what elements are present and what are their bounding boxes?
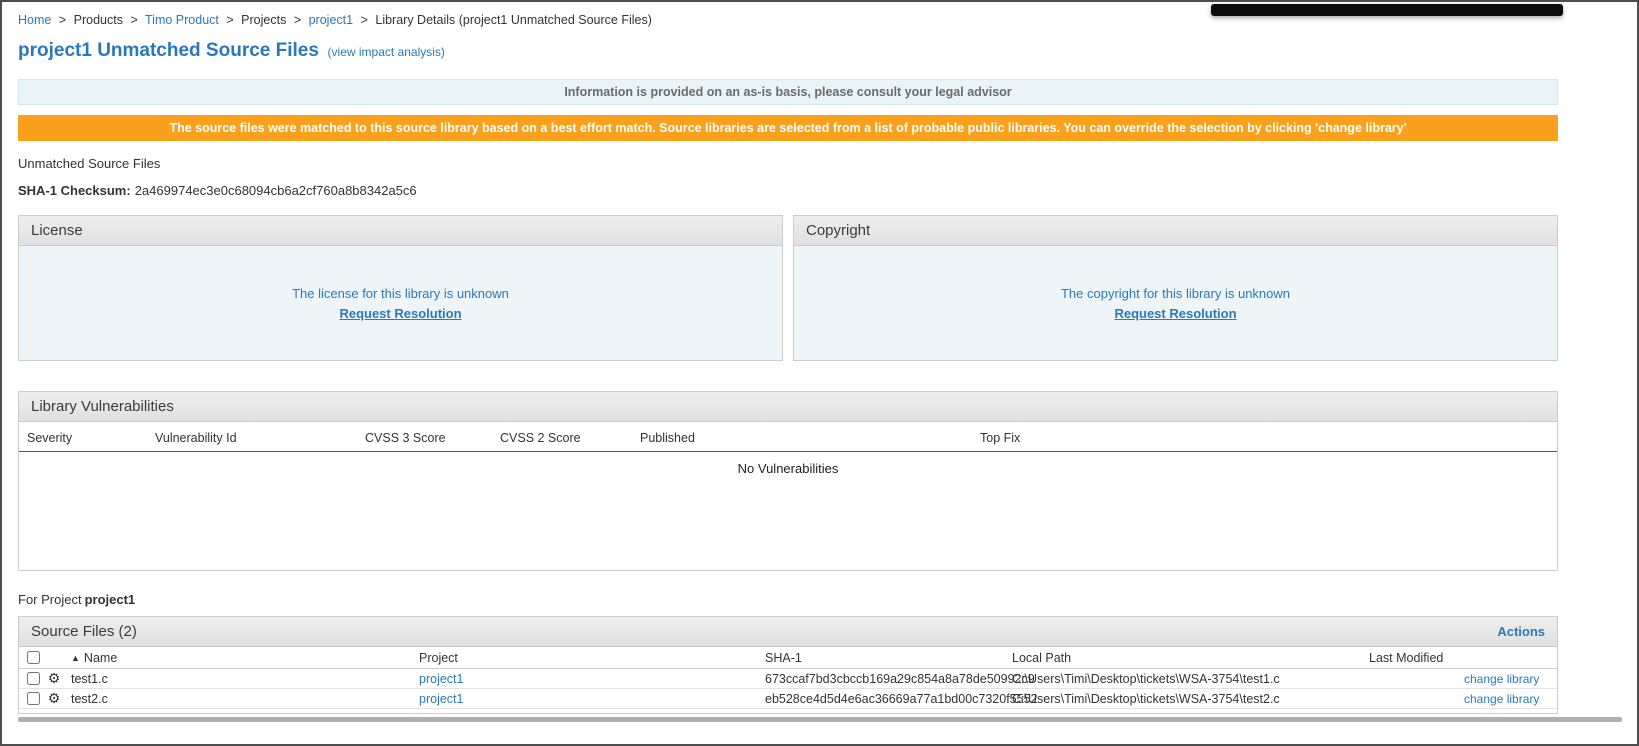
source-files-title: Source Files (2) [31, 623, 137, 640]
change-library-link[interactable]: change library [1464, 672, 1539, 686]
project-link[interactable]: project1 [419, 672, 463, 686]
copyright-unknown-message: The copyright for this library is unknow… [1061, 286, 1290, 301]
copyright-panel: Copyright The copyright for this library… [793, 215, 1558, 361]
row-select-cell [19, 672, 41, 685]
sha1-value: 2a469974ec3e0c68094cb6a2cf760a8b8342a5c6 [135, 183, 417, 198]
page-header: project1 Unmatched Source Files (view im… [2, 27, 1637, 62]
file-name-cell: test1.c [67, 672, 412, 686]
vulnerabilities-panel-title: Library Vulnerabilities [19, 392, 1557, 422]
project-link[interactable]: project1 [419, 692, 463, 706]
source-files-header-row: ▲ Name Project SHA-1 Local Path Last Modi… [19, 647, 1557, 669]
breadcrumb-separator: > [226, 13, 233, 27]
copyright-panel-title: Copyright [794, 216, 1557, 246]
sha1-checksum: SHA-1 Checksum: 2a469974ec3e0c68094cb6a2c… [18, 183, 1558, 198]
license-panel: License The license for this library is … [18, 215, 783, 361]
row-checkbox[interactable] [27, 692, 40, 705]
row-gear-cell: ⚙ [41, 690, 67, 707]
library-name: Unmatched Source Files [18, 156, 1558, 171]
column-header-cvss3-score: CVSS 3 Score [365, 431, 500, 445]
vulnerabilities-header-row: Severity Vulnerability Id CVSS 3 Score C… [19, 422, 1557, 452]
row-checkbox[interactable] [27, 672, 40, 685]
browser-artifact-black-bar [1211, 4, 1563, 16]
horizontal-scrollbar[interactable] [18, 717, 1622, 722]
source-files-panel: Source Files (2) Actions ▲ Name Project S… [18, 616, 1558, 714]
column-header-sha1: SHA-1 [758, 651, 1005, 665]
page-title: project1 Unmatched Source Files [18, 40, 319, 61]
breadcrumb-separator: > [59, 13, 66, 27]
license-request-resolution-link[interactable]: Request Resolution [339, 306, 461, 321]
column-header-cvss2-score: CVSS 2 Score [500, 431, 640, 445]
license-panel-body: The license for this library is unknown … [19, 246, 782, 360]
column-header-name[interactable]: ▲ Name [67, 651, 412, 665]
row-action-cell: change library [1457, 672, 1557, 686]
breadcrumb-timo-product[interactable]: Timo Product [145, 13, 219, 27]
sha1-cell: 673ccaf7bd3cbccb169a29c854a8a78de50992c9 [758, 672, 1005, 686]
column-header-local-path: Local Path [1005, 651, 1362, 665]
column-header-published: Published [640, 431, 980, 445]
vulnerabilities-panel: Library Vulnerabilities Severity Vulnera… [18, 391, 1558, 571]
for-project-label: For Projectproject1 [18, 592, 1558, 607]
source-files-header: Source Files (2) Actions [19, 617, 1557, 647]
gear-icon[interactable]: ⚙ [48, 670, 61, 687]
sha1-cell: eb528ce4d5d4e6ac36669a77a1bd00c7320f5552 [758, 692, 1005, 706]
breadcrumb-home[interactable]: Home [18, 13, 51, 27]
for-project-name: project1 [85, 592, 136, 607]
breadcrumb-products: Products [74, 13, 123, 27]
row-select-cell [19, 692, 41, 705]
for-project-prefix: For Project [18, 592, 82, 607]
table-row: ⚙ test2.c project1 eb528ce4d5d4e6ac36669… [19, 689, 1557, 709]
select-all-cell [19, 651, 41, 664]
breadcrumb-project1[interactable]: project1 [309, 13, 353, 27]
column-header-vulnerability-id: Vulnerability Id [155, 431, 365, 445]
info-banner: Information is provided on an as-is basi… [18, 79, 1558, 105]
breadcrumb-separator: > [294, 13, 301, 27]
local-path-cell: C:\Users\Timi\Desktop\tickets\WSA-3754\t… [1005, 672, 1362, 686]
warning-banner: The source files were matched to this so… [18, 115, 1558, 141]
breadcrumb-library-details: Library Details (project1 Unmatched Sour… [375, 13, 652, 27]
breadcrumb-projects: Projects [241, 13, 286, 27]
table-row: ⚙ test1.c project1 673ccaf7bd3cbccb169a2… [19, 669, 1557, 689]
sha1-label: SHA-1 Checksum: [18, 183, 131, 198]
license-panel-title: License [19, 216, 782, 246]
select-all-checkbox[interactable] [27, 651, 40, 664]
row-gear-cell: ⚙ [41, 670, 67, 687]
column-header-top-fix: Top Fix [980, 431, 1557, 445]
table-filler [19, 709, 1557, 713]
file-name-cell: test2.c [67, 692, 412, 706]
column-header-name-label: Name [84, 651, 117, 665]
main-content: Information is provided on an as-is basi… [18, 79, 1558, 714]
column-header-last-modified: Last Modified [1362, 651, 1457, 665]
local-path-cell: C:\Users\Timi\Desktop\tickets\WSA-3754\t… [1005, 692, 1362, 706]
copyright-request-resolution-link[interactable]: Request Resolution [1114, 306, 1236, 321]
breadcrumb-separator: > [361, 13, 368, 27]
project-cell: project1 [412, 692, 758, 706]
view-impact-analysis-link[interactable]: (view impact analysis) [328, 45, 445, 59]
row-action-cell: change library [1457, 692, 1557, 706]
actions-button[interactable]: Actions [1497, 624, 1545, 639]
column-header-project: Project [412, 651, 758, 665]
change-library-link[interactable]: change library [1464, 692, 1539, 706]
breadcrumb-separator: > [130, 13, 137, 27]
sort-ascending-icon: ▲ [71, 653, 80, 663]
no-vulnerabilities-message: No Vulnerabilities [19, 461, 1557, 476]
copyright-panel-body: The copyright for this library is unknow… [794, 246, 1557, 360]
gear-icon[interactable]: ⚙ [48, 690, 61, 707]
column-header-severity: Severity [19, 431, 155, 445]
vulnerabilities-table: Severity Vulnerability Id CVSS 3 Score C… [19, 422, 1557, 570]
project-cell: project1 [412, 672, 758, 686]
license-unknown-message: The license for this library is unknown [292, 286, 509, 301]
